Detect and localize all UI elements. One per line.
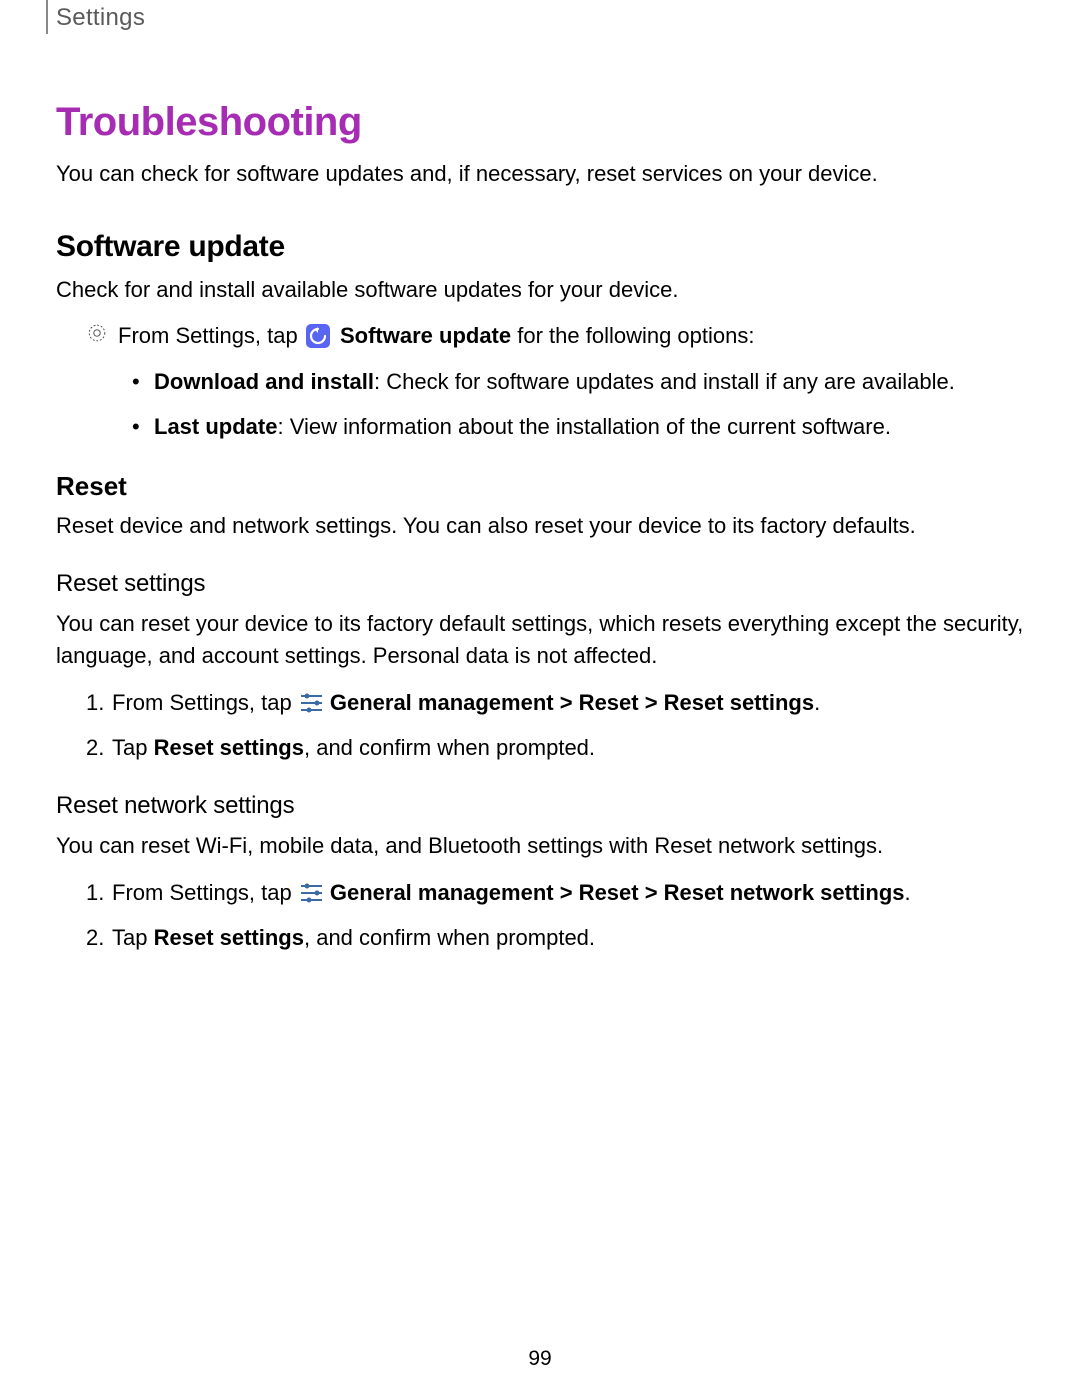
step-suffix: .: [905, 880, 911, 905]
step-suffix: .: [814, 690, 820, 715]
step-prefix: From Settings, tap: [112, 690, 298, 715]
list-item: Tap Reset settings, and confirm when pro…: [86, 731, 1024, 764]
reset-settings-heading: Reset settings: [56, 570, 1024, 598]
step-bold: Reset settings: [154, 925, 304, 950]
step-suffix: , and confirm when prompted.: [304, 925, 595, 950]
list-item: Download and install: Check for software…: [132, 366, 1024, 398]
step-bold: General management > Reset > Reset setti…: [330, 690, 814, 715]
software-update-bullets: Download and install: Check for software…: [56, 366, 1024, 444]
bullet-desc: : Check for software updates and install…: [374, 369, 955, 394]
step-prefix: Tap: [112, 735, 154, 760]
bullet-label: Download and install: [154, 369, 374, 394]
breadcrumb-bar: [46, 0, 48, 34]
bullet-desc: : View information about the installatio…: [277, 414, 891, 439]
reset-settings-desc: You can reset your device to its factory…: [56, 608, 1024, 672]
update-icon: [306, 324, 330, 348]
step-prefix: From Settings, tap: [118, 323, 304, 348]
step-prefix: From Settings, tap: [112, 880, 298, 905]
reset-network-steps: From Settings, tap General management > …: [56, 876, 1024, 954]
step-bold: Software update: [340, 323, 511, 348]
list-item: From Settings, tap General management > …: [86, 876, 1024, 909]
reset-settings-steps: From Settings, tap General management > …: [56, 686, 1024, 764]
reset-desc: Reset device and network settings. You c…: [56, 510, 1024, 542]
bullet-label: Last update: [154, 414, 277, 439]
step-suffix: for the following options:: [511, 323, 754, 348]
software-update-desc: Check for and install available software…: [56, 274, 1024, 306]
reset-heading: Reset: [56, 471, 1024, 502]
page-number: 99: [0, 1347, 1080, 1371]
list-item: Tap Reset settings, and confirm when pro…: [86, 921, 1024, 954]
general-management-icon: [300, 692, 324, 714]
breadcrumb-section: Settings: [56, 0, 1024, 40]
list-item: Last update: View information about the …: [132, 411, 1024, 443]
software-update-step: From Settings, tap Software update for t…: [56, 320, 1024, 352]
step-prefix: Tap: [112, 925, 154, 950]
step-bold: Reset settings: [154, 735, 304, 760]
software-update-step-text: From Settings, tap Software update for t…: [118, 320, 755, 352]
breadcrumb: Settings: [56, 4, 1024, 32]
general-management-icon: [300, 882, 324, 904]
gear-icon: [86, 322, 108, 344]
page-title: Troubleshooting: [56, 100, 1024, 145]
intro-text: You can check for software updates and, …: [56, 159, 1024, 190]
list-item: From Settings, tap General management > …: [86, 686, 1024, 719]
software-update-heading: Software update: [56, 230, 1024, 264]
reset-network-desc: You can reset Wi-Fi, mobile data, and Bl…: [56, 830, 1024, 862]
reset-network-heading: Reset network settings: [56, 792, 1024, 820]
step-suffix: , and confirm when prompted.: [304, 735, 595, 760]
step-bold: General management > Reset > Reset netwo…: [330, 880, 905, 905]
